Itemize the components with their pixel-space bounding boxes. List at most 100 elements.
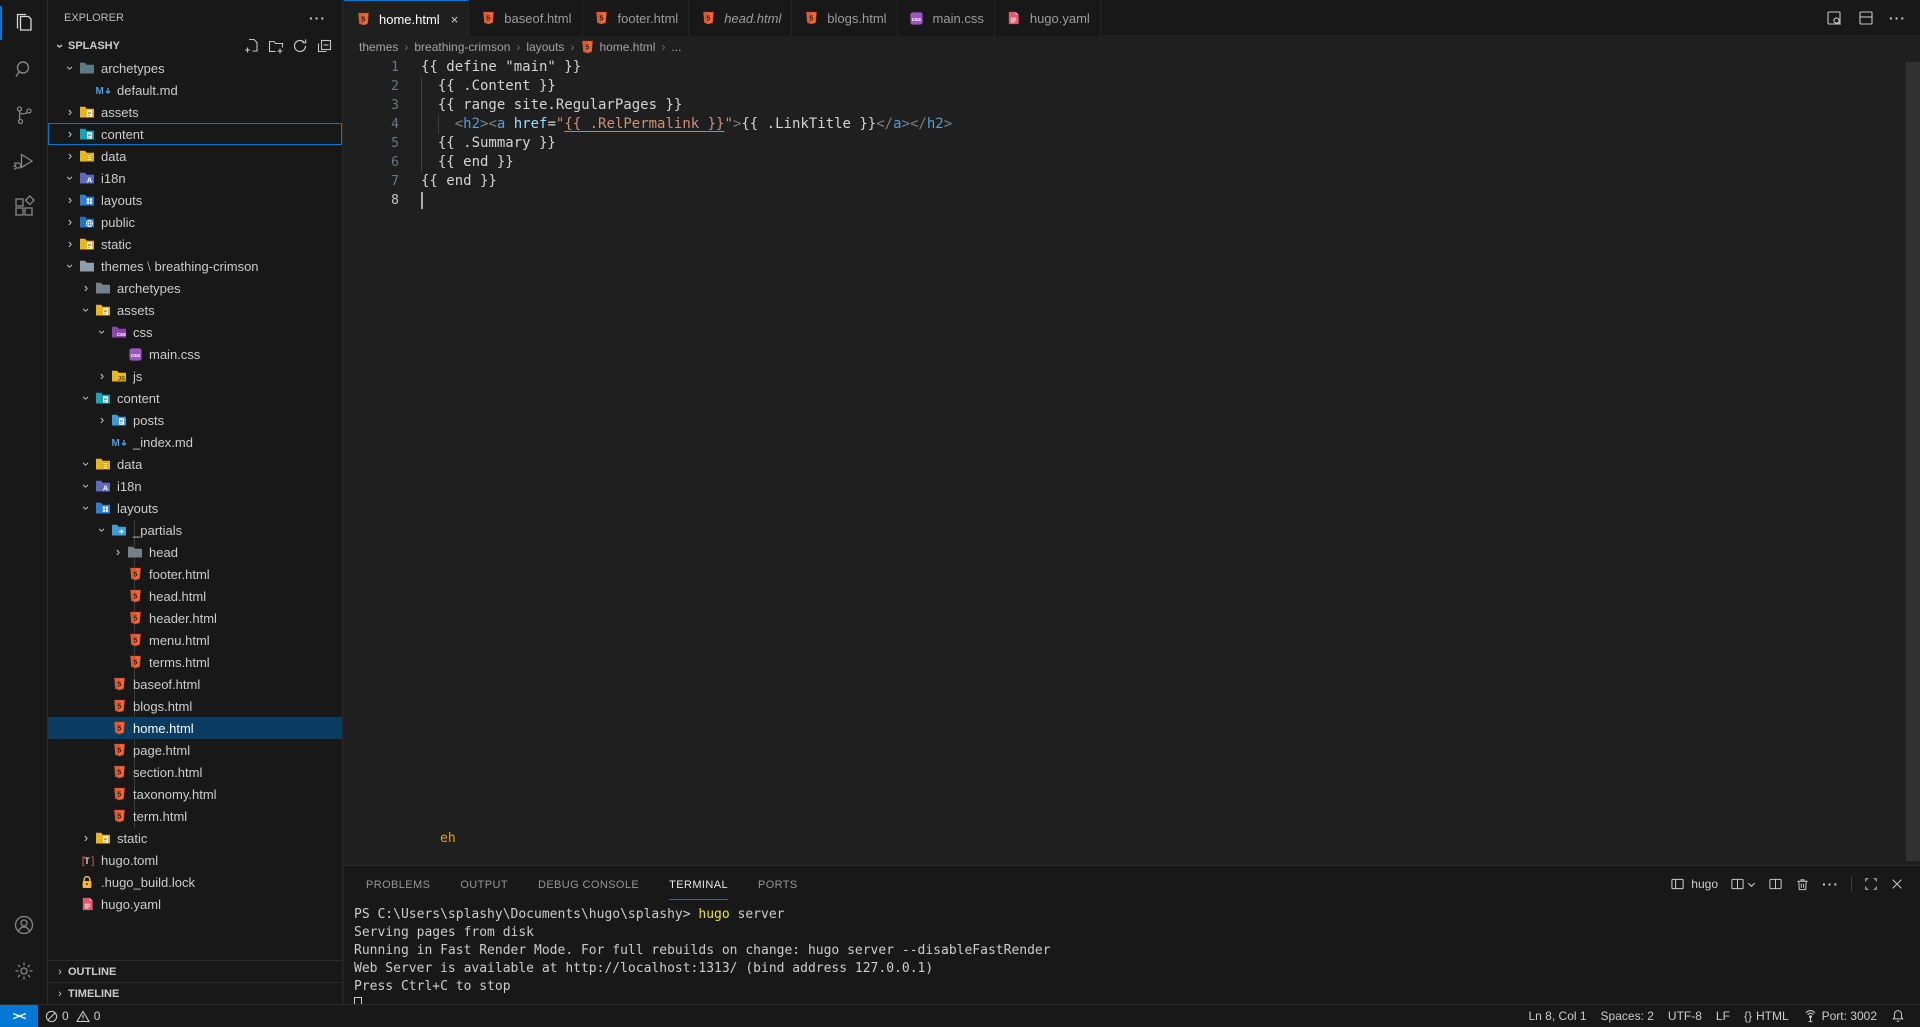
new-file-icon[interactable] [244,38,260,54]
tree-item-section.html[interactable]: 5section.html [48,761,342,783]
tree-item-content[interactable]: ›content [48,387,342,409]
code-line-6[interactable]: 6 {{ end }} [344,153,1920,172]
launch-profile-icon[interactable] [1730,877,1756,891]
tab-main.css[interactable]: cssmain.css [898,0,995,36]
panel-tab-problems[interactable]: PROBLEMS [366,869,430,900]
tree-item-i18n[interactable]: ›Ai18n [48,167,342,189]
code-line-3[interactable]: 3 {{ range site.RegularPages }} [344,96,1920,115]
code-line-8[interactable]: 8 [344,191,1920,210]
tree-item-taxonomy.html[interactable]: 5taxonomy.html [48,783,342,805]
source-control-icon[interactable] [0,92,48,138]
tree-item-data[interactable]: ›data [48,453,342,475]
new-folder-icon[interactable] [268,38,284,54]
code-line-5[interactable]: 5 {{ .Summary }} [344,134,1920,153]
outline-section[interactable]: › OUTLINE [48,960,342,982]
explorer-more-actions-icon[interactable]: ··· [309,10,326,26]
code-line-2[interactable]: 2 {{ .Content }} [344,77,1920,96]
tree-item-archetypes[interactable]: ›archetypes [48,57,342,79]
code-line-4[interactable]: 4 <h2><a href="{{ .RelPermalink }}">{{ .… [344,115,1920,134]
close-tab-icon[interactable]: × [451,12,459,27]
remote-indicator[interactable]: >< [0,1005,38,1027]
explorer-icon[interactable] [0,0,48,46]
search-icon[interactable] [0,46,48,92]
close-panel-icon[interactable] [1890,877,1904,891]
tree-item-term.html[interactable]: 5term.html [48,805,342,827]
tree-item-_partials[interactable]: ›_partials [48,519,342,541]
tree-item-layouts[interactable]: ›layouts [48,189,342,211]
tree-item-static[interactable]: ›static [48,233,342,255]
tree-item-archetypes[interactable]: ›archetypes [48,277,342,299]
port-forward-status[interactable]: Port: 3002 [1796,1005,1884,1027]
tree-item-posts[interactable]: ›posts [48,409,342,431]
tab-baseof.html[interactable]: 5baseof.html [469,0,582,36]
panel-tab-output[interactable]: OUTPUT [460,869,508,900]
indentation-status[interactable]: Spaces: 2 [1594,1005,1661,1027]
tree-item-hugo.toml[interactable]: [T]hugo.toml [48,849,342,871]
tree-item-baseof.html[interactable]: 5baseof.html [48,673,342,695]
extensions-icon[interactable] [0,184,48,230]
tree-item-data[interactable]: ›data [48,145,342,167]
tree-item-main.css[interactable]: cssmain.css [48,343,342,365]
tree-item-head[interactable]: ›head [48,541,342,563]
eol-status[interactable]: LF [1709,1005,1737,1027]
tree-item-public[interactable]: ›public [48,211,342,233]
tree-item-assets[interactable]: ›assets [48,101,342,123]
panel-more-actions-icon[interactable]: ··· [1822,876,1839,892]
terminal-instance-tab[interactable]: hugo [1670,877,1718,891]
maximize-panel-icon[interactable] [1864,877,1878,891]
split-terminal-icon[interactable] [1768,877,1783,891]
code-line-1[interactable]: 1{{ define "main" }} [344,58,1920,77]
tree-item-static[interactable]: ›static [48,827,342,849]
tree-item-menu.html[interactable]: 5menu.html [48,629,342,651]
breadcrumb-item[interactable]: breathing-crimson [414,40,510,54]
tree-item-blogs.html[interactable]: 5blogs.html [48,695,342,717]
cursor-position-status[interactable]: Ln 8, Col 1 [1522,1005,1594,1027]
encoding-status[interactable]: UTF-8 [1661,1005,1709,1027]
breadcrumb-item[interactable]: ... [671,40,681,54]
breadcrumb-item[interactable]: layouts [526,40,564,54]
kill-terminal-icon[interactable] [1795,877,1810,892]
notifications-bell-icon[interactable] [1884,1005,1912,1027]
tree-item-js[interactable]: ›JSjs [48,365,342,387]
tab-footer.html[interactable]: 5footer.html [583,0,690,36]
editor-scrollbar[interactable] [1906,62,1920,861]
tree-item-terms.html[interactable]: 5terms.html [48,651,342,673]
run-and-debug-icon[interactable] [0,138,48,184]
tree-item-i18n[interactable]: ›Ai18n [48,475,342,497]
language-mode-status[interactable]: {}HTML [1737,1005,1796,1027]
collapse-folders-icon[interactable] [316,38,332,54]
panel-tab-terminal[interactable]: TERMINAL [669,869,728,900]
timeline-section[interactable]: › TIMELINE [48,982,342,1004]
settings-gear-icon[interactable] [0,948,48,994]
tab-head.html[interactable]: 5head.html [689,0,792,36]
tree-item-content[interactable]: ›content [48,123,342,145]
tree-item-themes-breathing-crimson[interactable]: ›themes \ breathing-crimson [48,255,342,277]
tree-item-page.html[interactable]: 5page.html [48,739,342,761]
tab-home.html[interactable]: 5home.html× [344,0,469,37]
code-editor[interactable]: 1{{ define "main" }}2 {{ .Content }}3 {{… [344,58,1920,865]
editor-more-actions-icon[interactable]: ··· [1889,10,1906,26]
terminal-output[interactable]: PS C:\Users\splashy\Documents\hugo\splas… [344,902,1920,1014]
tree-item-header.html[interactable]: 5header.html [48,607,342,629]
breadcrumb-item[interactable]: 5home.html [580,39,655,55]
panel-tab-debug-console[interactable]: DEBUG CONSOLE [538,869,639,900]
tree-item-footer.html[interactable]: 5footer.html [48,563,342,585]
tree-item-layouts[interactable]: ›layouts [48,497,342,519]
tree-item-hugo.yaml[interactable]: hugo.yaml [48,893,342,915]
breadcrumb-item[interactable]: themes [359,40,398,54]
tree-item-head.html[interactable]: 5head.html [48,585,342,607]
refresh-icon[interactable] [292,38,308,54]
tree-item-css[interactable]: ›csscss [48,321,342,343]
tree-item-.hugo_build.lock[interactable]: .hugo_build.lock [48,871,342,893]
tree-item-_index.md[interactable]: M_index.md [48,431,342,453]
tab-blogs.html[interactable]: 5blogs.html [792,0,897,36]
tree-item-assets[interactable]: ›assets [48,299,342,321]
code-line-7[interactable]: 7{{ end }} [344,172,1920,191]
search-editor-icon[interactable] [1825,9,1843,27]
split-editor-icon[interactable] [1857,9,1875,27]
tab-hugo.yaml[interactable]: hugo.yaml [995,0,1101,36]
panel-tab-ports[interactable]: PORTS [758,869,798,900]
tree-item-default.md[interactable]: Mdefault.md [48,79,342,101]
problems-status[interactable]: 0 0 [38,1005,107,1027]
accounts-icon[interactable] [0,902,48,948]
